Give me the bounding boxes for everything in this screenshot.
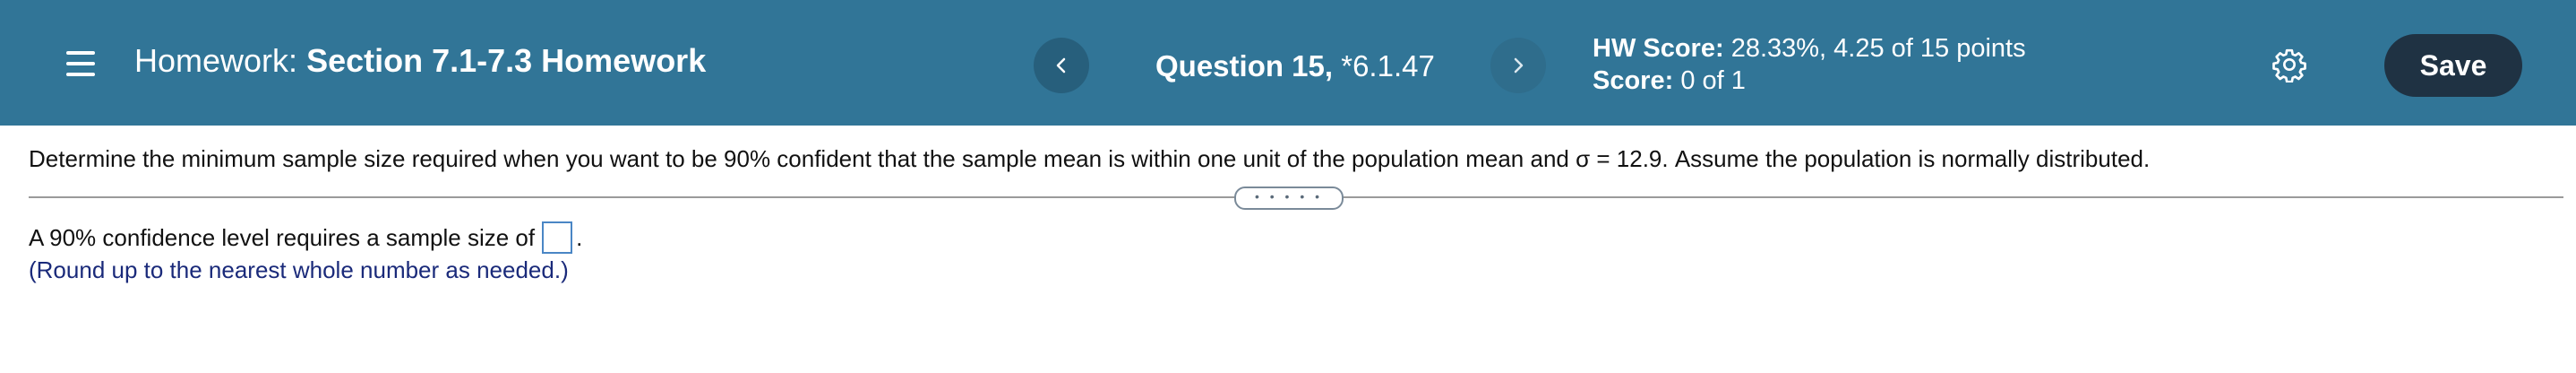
previous-question-button[interactable] bbox=[1034, 38, 1089, 93]
score-value: 0 of 1 bbox=[1680, 66, 1746, 95]
score-label: Score: bbox=[1593, 66, 1674, 95]
sample-size-input[interactable] bbox=[542, 221, 573, 254]
hw-score-value: 28.33%, 4.25 of 15 points bbox=[1730, 34, 2026, 63]
answer-line: A 90% confidence level requires a sample… bbox=[29, 221, 582, 254]
homework-title: Homework: Section 7.1-7.3 Homework bbox=[134, 41, 706, 81]
rounding-hint: (Round up to the nearest whole number as… bbox=[29, 256, 569, 283]
hw-score-label: HW Score: bbox=[1593, 34, 1724, 63]
question-label: Question 15, *6.1.47 bbox=[1155, 47, 1435, 86]
question-score: Score: 0 of 1 bbox=[1593, 65, 2026, 97]
save-button[interactable]: Save bbox=[2384, 34, 2522, 97]
question-id: *6.1.47 bbox=[1341, 49, 1435, 82]
expand-handle[interactable]: • • • • • bbox=[1234, 186, 1344, 210]
chevron-left-icon bbox=[1056, 57, 1066, 74]
answer-prefix: A 90% confidence level requires a sample… bbox=[29, 224, 536, 251]
homework-title-prefix: Homework: bbox=[134, 42, 298, 79]
gear-icon[interactable] bbox=[2271, 47, 2307, 82]
expand-dots: • • • • • bbox=[1254, 189, 1324, 204]
question-number: Question 15, bbox=[1155, 49, 1334, 82]
homework-title-name: Section 7.1-7.3 Homework bbox=[306, 42, 707, 79]
chevron-right-icon bbox=[1514, 57, 1524, 74]
question-text: Determine the minimum sample size requir… bbox=[29, 145, 2151, 172]
menu-icon[interactable] bbox=[66, 48, 97, 77]
score-block: HW Score: 28.33%, 4.25 of 15 points Scor… bbox=[1593, 32, 2026, 97]
top-bar: Homework: Section 7.1-7.3 Homework Quest… bbox=[0, 0, 2576, 126]
hw-score: HW Score: 28.33%, 4.25 of 15 points bbox=[1593, 32, 2026, 65]
answer-suffix: . bbox=[576, 224, 583, 251]
next-question-button[interactable] bbox=[1490, 38, 1546, 93]
